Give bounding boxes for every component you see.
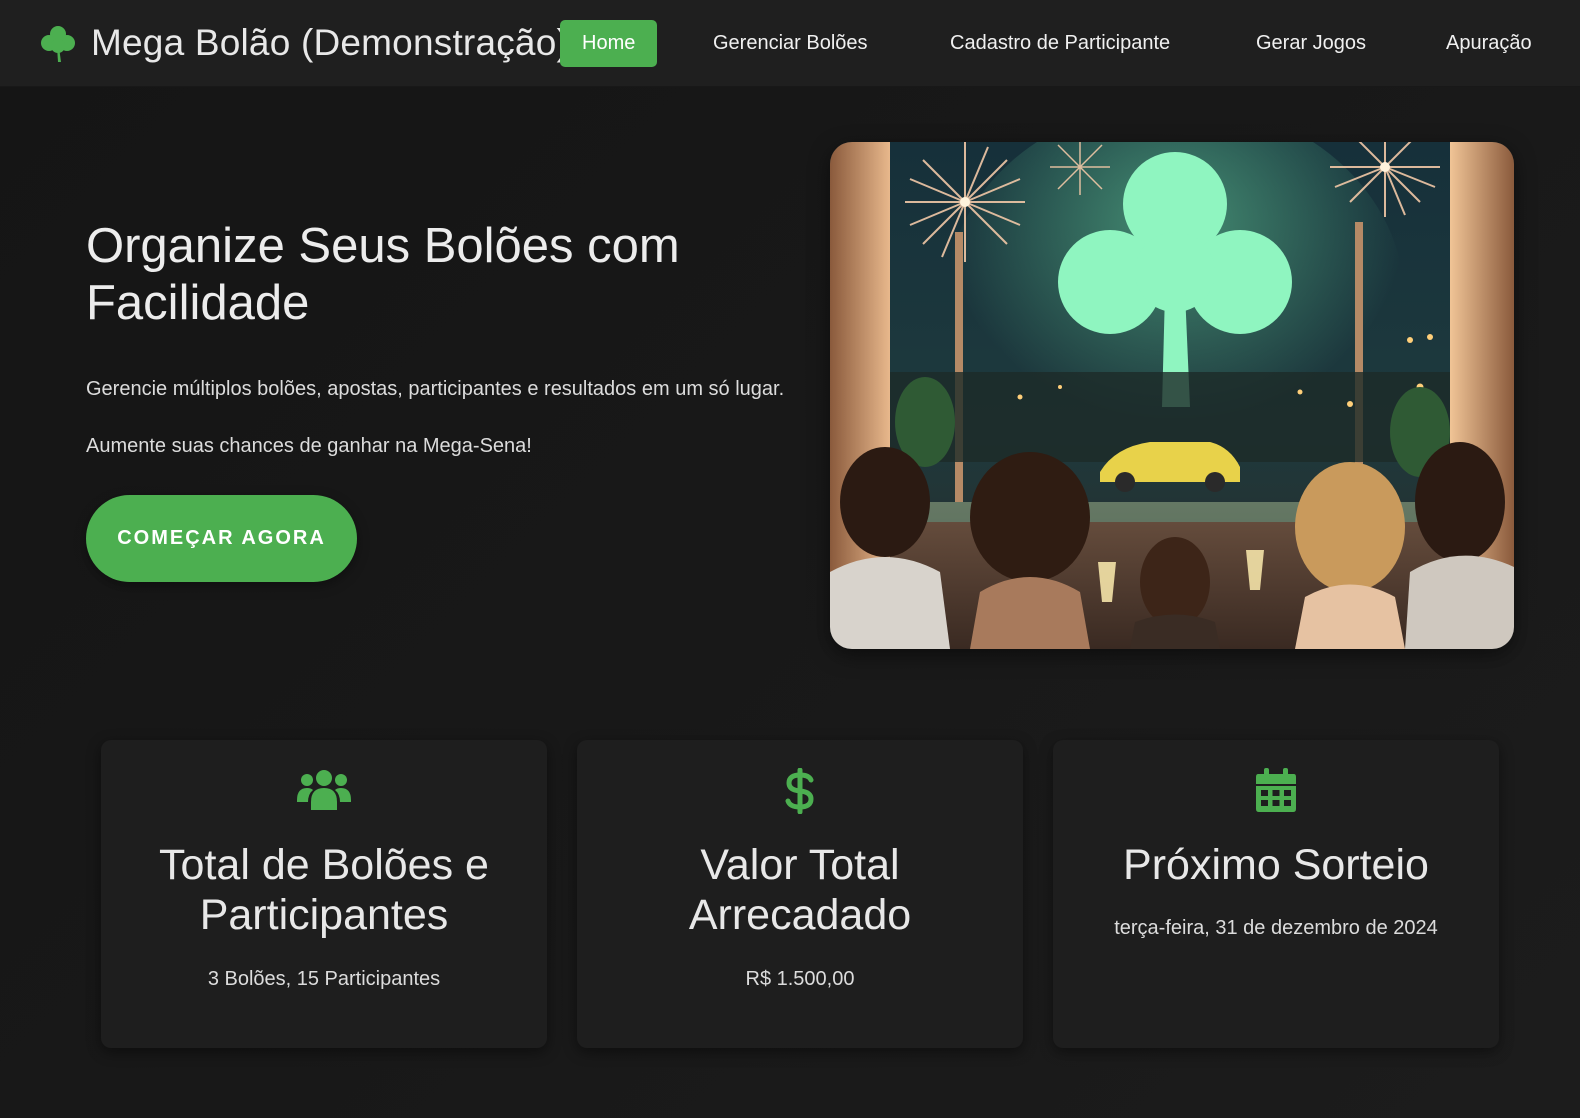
nav-home[interactable]: Home (560, 20, 658, 67)
card-title: Total de Bolões e Participantes (159, 841, 489, 939)
clover-icon (41, 26, 75, 62)
users-icon (297, 770, 351, 810)
hero-title: Organize Seus Bolões com Facilidade (86, 219, 680, 330)
brand-title: Mega Bolão (Demonstração) (91, 22, 569, 63)
card-title: Próximo Sorteio (1123, 841, 1429, 889)
brand[interactable]: Mega Bolão (Demonstração) (38, 22, 569, 64)
hero-subtitle: Gerencie múltiplos bolões, apostas, part… (86, 378, 785, 457)
card-title: Valor Total Arrecadado (688, 841, 912, 939)
start-now-button[interactable]: COMEÇAR AGORA (86, 495, 357, 582)
card-proximo-sorteio: Próximo Sorteio terça-feira, 31 de dezem… (1053, 740, 1499, 1048)
nav-cadastro-participante[interactable]: Cadastro de Participante (950, 20, 1170, 67)
calendar-icon (1256, 768, 1296, 812)
celebration-illustration (830, 142, 1514, 649)
card-boloes-participantes: Total de Bolões e Participantes 3 Bolões… (101, 740, 547, 1048)
nav-gerenciar-boloes[interactable]: Gerenciar Bolões (713, 20, 868, 67)
nav-apuracao[interactable]: Apuração (1446, 20, 1532, 67)
card-value: R$ 1.500,00 (745, 968, 855, 990)
hero-image (830, 142, 1514, 649)
navbar: Mega Bolão (Demonstração) Home Gerenciar… (0, 0, 1580, 87)
dollar-icon (785, 768, 814, 814)
card-value: terça-feira, 31 de dezembro de 2024 (1114, 917, 1438, 939)
card-value: 3 Bolões, 15 Participantes (207, 968, 441, 990)
nav-gerar-jogos[interactable]: Gerar Jogos (1256, 20, 1366, 67)
card-valor-arrecadado: Valor Total Arrecadado R$ 1.500,00 (577, 740, 1023, 1048)
